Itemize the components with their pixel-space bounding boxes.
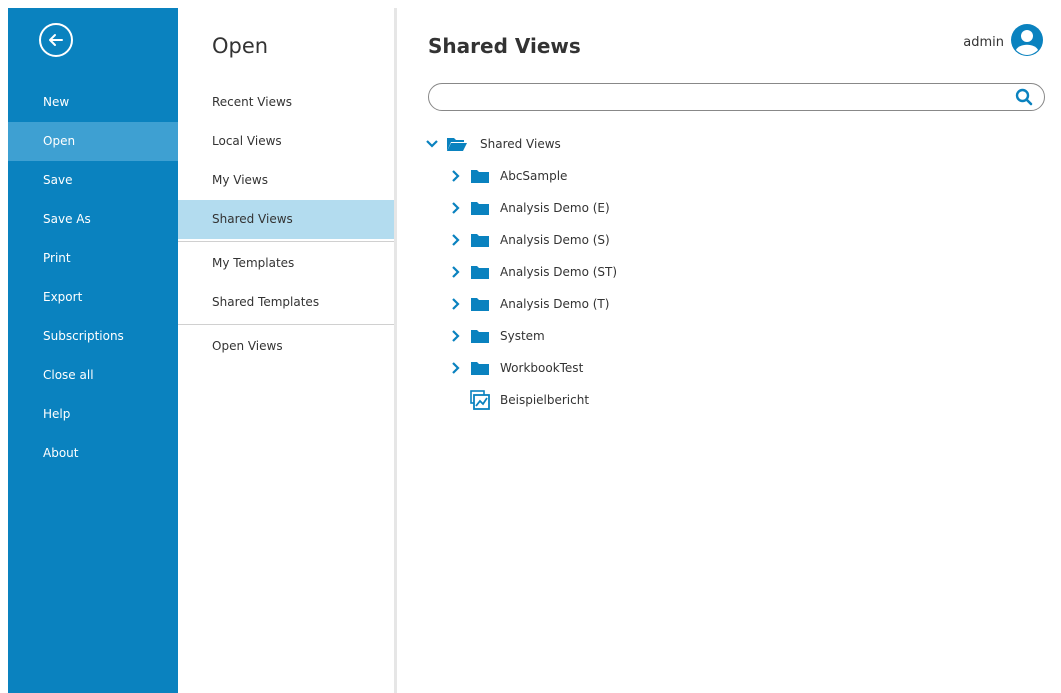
tree-item-label: Analysis Demo (ST) (500, 265, 618, 279)
tree-item-label: Analysis Demo (S) (500, 233, 610, 247)
folder-icon (470, 360, 492, 376)
search-input[interactable] (441, 88, 1011, 106)
backstage-menu: New Open Save Save As Print Export Subsc… (8, 83, 178, 473)
tree-item-folder[interactable]: WorkbookTest (424, 352, 617, 384)
shared-views-tree: Shared Views AbcSample Analysis Demo (E)… (424, 128, 617, 416)
folder-icon (470, 296, 492, 312)
content-title: Shared Views (428, 34, 581, 58)
source-shared-views[interactable]: Shared Views (178, 200, 394, 239)
source-local-views[interactable]: Local Views (178, 122, 394, 161)
folder-icon (470, 200, 492, 216)
folder-icon (470, 232, 492, 248)
chevron-right-icon[interactable] (448, 360, 464, 376)
tree-item-label: Shared Views (480, 137, 561, 151)
chevron-right-icon[interactable] (448, 264, 464, 280)
tree-item-folder[interactable]: Analysis Demo (S) (424, 224, 617, 256)
nav-item-open[interactable]: Open (8, 122, 178, 161)
open-panel-title: Open (212, 34, 269, 58)
tree-root[interactable]: Shared Views (424, 128, 617, 160)
nav-item-help[interactable]: Help (8, 395, 178, 434)
source-my-views[interactable]: My Views (178, 161, 394, 200)
search-box (428, 83, 1045, 111)
folder-icon (470, 264, 492, 280)
tree-item-label: Beispielbericht (500, 393, 590, 407)
tree-item-folder[interactable]: Analysis Demo (E) (424, 192, 617, 224)
tree-item-folder[interactable]: Analysis Demo (ST) (424, 256, 617, 288)
chevron-right-icon[interactable] (448, 296, 464, 312)
user-menu[interactable]: admin (963, 22, 1043, 62)
tree-item-folder[interactable]: System (424, 320, 617, 352)
backstage-nav: New Open Save Save As Print Export Subsc… (8, 8, 178, 693)
user-avatar-icon[interactable] (1011, 24, 1043, 60)
source-recent-views[interactable]: Recent Views (178, 83, 394, 122)
folder-open-icon (446, 136, 468, 152)
panel-divider (394, 8, 397, 693)
tree-item-view[interactable]: Beispielbericht (424, 384, 617, 416)
nav-item-export[interactable]: Export (8, 278, 178, 317)
nav-item-print[interactable]: Print (8, 239, 178, 278)
menu-divider (178, 241, 394, 242)
nav-item-save-as[interactable]: Save As (8, 200, 178, 239)
user-name: admin (963, 34, 1004, 50)
back-button[interactable] (39, 23, 73, 57)
tree-item-label: WorkbookTest (500, 361, 584, 375)
folder-icon (470, 328, 492, 344)
tree-item-label: Analysis Demo (T) (500, 297, 610, 311)
nav-item-subscriptions[interactable]: Subscriptions (8, 317, 178, 356)
tree-item-label: Analysis Demo (E) (500, 201, 610, 215)
chevron-down-icon[interactable] (424, 136, 440, 152)
folder-icon (470, 168, 492, 184)
nav-item-about[interactable]: About (8, 434, 178, 473)
chevron-right-icon[interactable] (448, 232, 464, 248)
open-panel: Open Recent Views Local Views My Views S… (178, 8, 394, 693)
tree-item-label: AbcSample (500, 169, 568, 183)
chevron-right-icon[interactable] (448, 168, 464, 184)
source-my-templates[interactable]: My Templates (178, 244, 394, 283)
nav-item-new[interactable]: New (8, 83, 178, 122)
menu-divider (178, 324, 394, 325)
search-icon[interactable] (1015, 88, 1033, 110)
chevron-right-icon[interactable] (448, 200, 464, 216)
nav-item-close-all[interactable]: Close all (8, 356, 178, 395)
open-source-menu: Recent Views Local Views My Views Shared… (178, 83, 394, 366)
report-view-icon (470, 390, 492, 410)
source-open-views[interactable]: Open Views (178, 327, 394, 366)
nav-item-save[interactable]: Save (8, 161, 178, 200)
source-shared-templates[interactable]: Shared Templates (178, 283, 394, 322)
tree-item-folder[interactable]: Analysis Demo (T) (424, 288, 617, 320)
tree-item-folder[interactable]: AbcSample (424, 160, 617, 192)
tree-item-label: System (500, 329, 545, 343)
chevron-right-icon[interactable] (448, 328, 464, 344)
